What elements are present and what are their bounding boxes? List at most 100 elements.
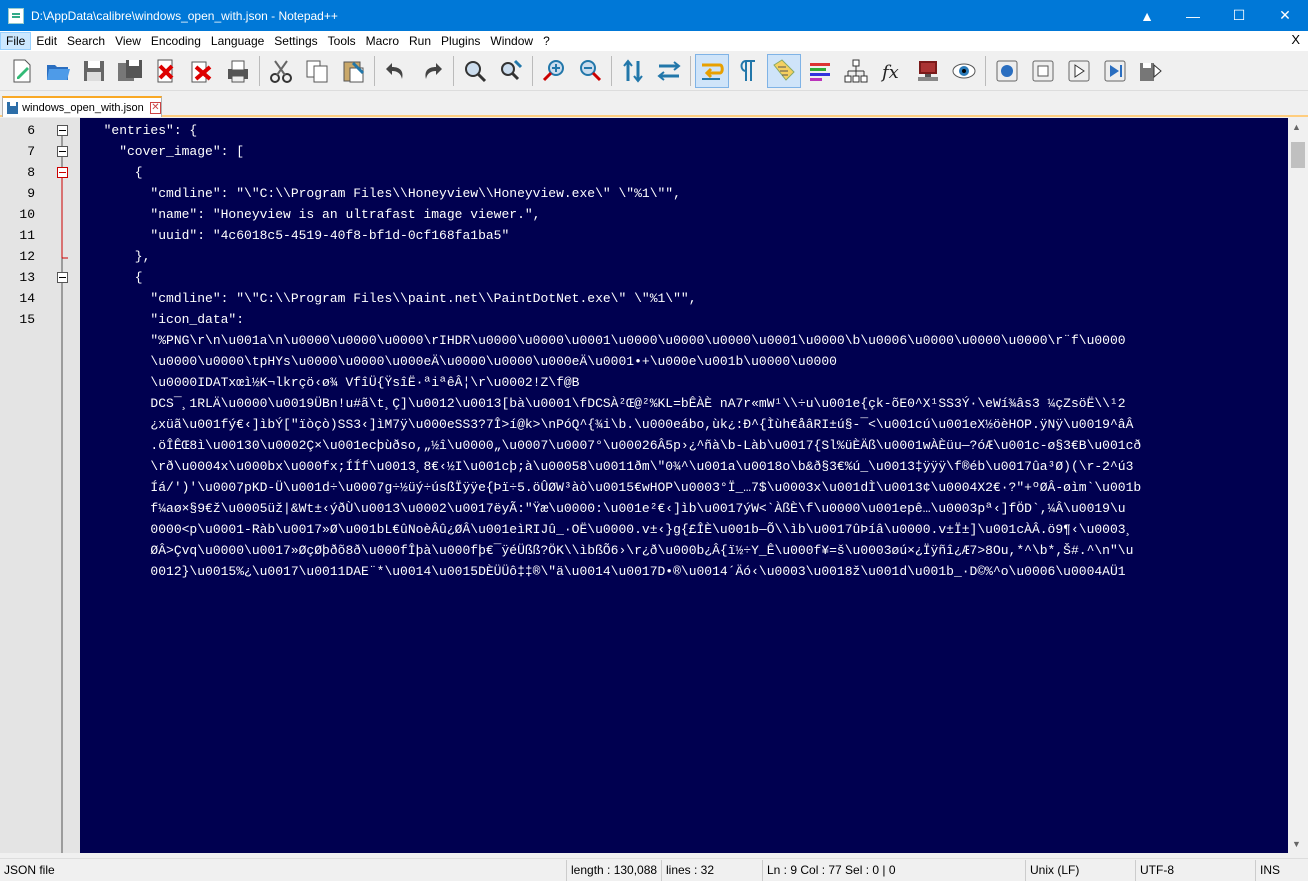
- file-saved-icon: [7, 101, 19, 114]
- zoom-in-icon[interactable]: [537, 54, 571, 88]
- line-number: 14: [19, 291, 35, 306]
- code-line: ¿xüã\u001fý€‹]ìbÝ["ïòçò)SS3‹]ìM7ÿ\u000eS…: [88, 417, 1134, 432]
- menu-language[interactable]: Language: [206, 32, 269, 50]
- code-line: ØÂ>Çvq\u0000\u0017»ØçØþðõ8ð\u000fÎþà\u00…: [88, 543, 1134, 558]
- encoding[interactable]: UTF-8: [1135, 859, 1255, 881]
- scroll-up-icon[interactable]: ▲: [1292, 122, 1301, 132]
- minimize-button[interactable]: —: [1170, 0, 1216, 31]
- menu-tools[interactable]: Tools: [323, 32, 361, 50]
- svg-text:fx: fx: [880, 62, 899, 83]
- scroll-down-icon[interactable]: ▼: [1292, 839, 1301, 849]
- menu-run[interactable]: Run: [404, 32, 436, 50]
- arrow-up-icon[interactable]: ▲: [1124, 0, 1170, 31]
- toolbar-separator: [532, 55, 533, 86]
- menu-window[interactable]: Window: [485, 32, 538, 50]
- new-file-icon[interactable]: [5, 54, 39, 88]
- line-number: 13: [19, 270, 35, 285]
- save-all-icon[interactable]: [113, 54, 147, 88]
- code-line: {: [88, 270, 143, 285]
- tab-windows-open-with-json[interactable]: windows_open_with.json ✕: [2, 96, 162, 117]
- menu-macro[interactable]: Macro: [361, 32, 404, 50]
- vertical-scrollbar[interactable]: ▲ ▼: [1288, 118, 1308, 853]
- menu-bar: File Edit Search View Encoding Language …: [0, 31, 1308, 51]
- replace-icon[interactable]: [494, 54, 528, 88]
- close-document-button[interactable]: X: [1291, 32, 1300, 47]
- run-macro-multiple-icon[interactable]: [1098, 54, 1132, 88]
- code-line: "cover_image": [: [88, 144, 245, 159]
- copy-icon[interactable]: [300, 54, 334, 88]
- code-line: "cmdline": "\"C:\\Program Files\\Honeyvi…: [88, 186, 681, 201]
- folder-as-workspace-icon[interactable]: [911, 54, 945, 88]
- line-number: 10: [19, 207, 35, 222]
- print-icon[interactable]: [221, 54, 255, 88]
- menu-search[interactable]: Search: [62, 32, 110, 50]
- fold-toggle-icon[interactable]: [57, 167, 68, 178]
- toolbar-separator: [453, 55, 454, 86]
- menu-settings[interactable]: Settings: [269, 32, 322, 50]
- toolbar-separator: [611, 55, 612, 86]
- tab-bar: windows_open_with.json ✕: [0, 91, 1308, 117]
- insert-mode: INS: [1255, 859, 1308, 881]
- menu-edit[interactable]: Edit: [31, 32, 62, 50]
- paste-icon[interactable]: [336, 54, 370, 88]
- notepad-plus-plus-icon: [8, 7, 24, 24]
- redo-icon[interactable]: [415, 54, 449, 88]
- zoom-out-icon[interactable]: [573, 54, 607, 88]
- fold-toggle-icon[interactable]: [57, 125, 68, 136]
- close-button[interactable]: ✕: [1262, 0, 1308, 31]
- code-line: "%PNG\r\n\u001a\n\u0000\u0000\u0000\rIHD…: [88, 333, 1126, 348]
- status-bar: JSON file length : 130,088 lines : 32 Ln…: [0, 858, 1308, 881]
- undo-icon[interactable]: [379, 54, 413, 88]
- maximize-button[interactable]: ☐: [1216, 0, 1262, 31]
- line-number: 9: [27, 186, 35, 201]
- close-file-icon[interactable]: [149, 54, 183, 88]
- document-map-icon[interactable]: [839, 54, 873, 88]
- code-line: },: [88, 249, 151, 264]
- code-line: \u0000\u0000\tpHYs\u0000\u0000\u000eÄ\u0…: [88, 354, 837, 369]
- cut-icon[interactable]: [264, 54, 298, 88]
- text-area[interactable]: "entries": { "cover_image": [ { "cmdline…: [80, 118, 1288, 853]
- code-line: 0012}\u0015%¿\u0017\u0011DAE¨*\u0014\u00…: [88, 564, 1126, 579]
- code-line: \rð\u0004x\u000bx\u000fx;ÍÍf\u0013¸8€‹½I…: [88, 459, 1134, 474]
- menu-plugins[interactable]: Plugins: [436, 32, 485, 50]
- menu-view[interactable]: View: [110, 32, 146, 50]
- open-folder-icon[interactable]: [41, 54, 75, 88]
- save-macro-icon[interactable]: [1134, 54, 1168, 88]
- toolbar: fx: [0, 51, 1308, 91]
- fold-margin: [45, 118, 80, 853]
- code-line: 0000<p\u0001-Ràb\u0017»Ø\u001bL€ûNoèÂû¿Ø…: [88, 522, 1134, 537]
- record-macro-icon[interactable]: [990, 54, 1024, 88]
- tab-label: windows_open_with.json: [22, 101, 144, 114]
- word-wrap-icon[interactable]: [695, 53, 729, 88]
- show-all-characters-icon[interactable]: [731, 54, 765, 88]
- indent-guide-icon[interactable]: [767, 53, 801, 88]
- sync-horizontal-scroll-icon[interactable]: [652, 54, 686, 88]
- menu-help[interactable]: ?: [538, 32, 555, 50]
- toolbar-separator: [985, 55, 986, 86]
- monitoring-eye-icon[interactable]: [947, 54, 981, 88]
- fold-toggle-icon[interactable]: [57, 272, 68, 283]
- close-tab-icon[interactable]: ✕: [149, 101, 161, 114]
- find-icon[interactable]: [458, 54, 492, 88]
- stop-macro-icon[interactable]: [1026, 54, 1060, 88]
- cursor-position: Ln : 9 Col : 77 Sel : 0 | 0: [762, 859, 1025, 881]
- code-line: "cmdline": "\"C:\\Program Files\\paint.n…: [88, 291, 697, 306]
- editor[interactable]: 6 7 8 9 10 11 12 13 14 15 "entries": { "…: [0, 118, 1308, 853]
- play-macro-icon[interactable]: [1062, 54, 1096, 88]
- line-number: 12: [19, 249, 35, 264]
- toolbar-separator: [690, 55, 691, 86]
- close-all-icon[interactable]: [185, 54, 219, 88]
- menu-encoding[interactable]: Encoding: [146, 32, 206, 50]
- menu-file[interactable]: File: [0, 32, 32, 50]
- fold-lines: [61, 125, 68, 853]
- language-highlight-icon[interactable]: [803, 54, 837, 88]
- sync-vertical-scroll-icon[interactable]: [616, 54, 650, 88]
- code-line: "icon_data":: [88, 312, 245, 327]
- fold-toggle-icon[interactable]: [57, 146, 68, 157]
- eol-format[interactable]: Unix (LF): [1025, 859, 1135, 881]
- code-line: \u0000IDATxœì½K¬lkrçö‹ø¾ VfîÜ{ŸsîË·ªiªêÂ…: [88, 375, 580, 390]
- line-number: 8: [27, 165, 35, 180]
- scrollbar-thumb[interactable]: [1291, 142, 1305, 168]
- function-list-icon[interactable]: fx: [875, 54, 909, 88]
- save-icon[interactable]: [77, 54, 111, 88]
